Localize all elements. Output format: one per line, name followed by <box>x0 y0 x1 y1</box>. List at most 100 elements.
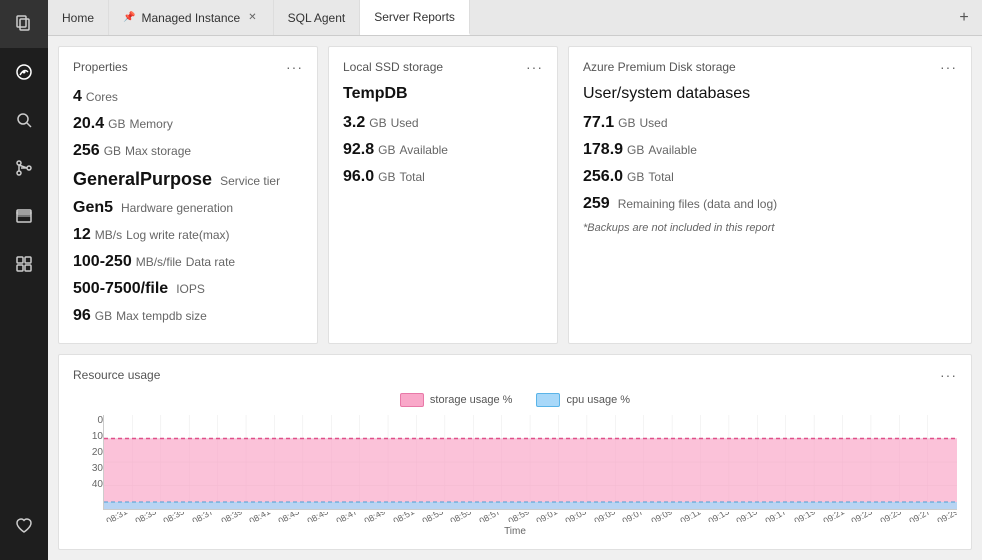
heart-icon[interactable] <box>0 502 48 550</box>
azure-header: Azure Premium Disk storage ··· <box>583 59 957 75</box>
resource-menu[interactable]: ··· <box>940 367 957 383</box>
ssd-panel: Local SSD storage ··· TempDB 3.2 GB Used… <box>328 46 558 344</box>
azure-db-title: User/system databases <box>583 85 957 103</box>
branch-icon[interactable] <box>0 144 48 192</box>
tab-home-label: Home <box>62 11 94 25</box>
ssd-menu[interactable]: ··· <box>526 59 543 75</box>
storage-legend-swatch <box>400 393 424 407</box>
tab-sql-agent-label: SQL Agent <box>288 11 346 25</box>
prop-iops: 500-7500/file IOPS <box>73 277 303 301</box>
prop-storage: 256 GB Max storage <box>73 139 303 163</box>
x-axis-title: Time <box>73 526 957 537</box>
sidebar <box>0 0 48 560</box>
ssd-title: Local SSD storage <box>343 60 443 74</box>
x-label-0839: 08:39 <box>219 512 244 522</box>
storage-legend-item: storage usage % <box>400 393 513 407</box>
top-panels: Properties ··· 4 Cores 20.4 GB Memory 25… <box>58 46 972 344</box>
database-icon[interactable] <box>0 192 48 240</box>
x-label-0907: 09:07 <box>621 512 646 522</box>
azure-title: Azure Premium Disk storage <box>583 60 736 74</box>
storage-legend-label: storage usage % <box>430 394 513 406</box>
y-label-0: 0 <box>73 415 103 426</box>
x-label-0853: 08:53 <box>420 512 445 522</box>
x-label-0923: 09:23 <box>850 512 875 522</box>
y-label-10: 10 <box>73 431 103 442</box>
resource-title: Resource usage <box>73 368 160 382</box>
x-label-0841: 08:41 <box>248 512 273 522</box>
x-label-0913: 09:13 <box>706 512 731 522</box>
chart-inner <box>103 415 957 510</box>
azure-note: *Backups are not included in this report <box>583 222 957 234</box>
prop-hardware: Gen5 Hardware generation <box>73 196 303 220</box>
x-label-0835: 08:35 <box>162 512 187 522</box>
cpu-legend-swatch <box>536 393 560 407</box>
tab-managed-instance-label: Managed Instance <box>141 11 240 25</box>
x-label-0833: 08:33 <box>133 512 158 522</box>
pages-icon[interactable] <box>0 0 48 48</box>
chart-legend: storage usage % cpu usage % <box>73 393 957 407</box>
tab-server-reports-label: Server Reports <box>374 10 455 24</box>
x-axis: 08:31 08:33 08:35 08:37 08:39 08:41 08:4… <box>73 512 957 522</box>
prop-log-write: 12 MB/s Log write rate(max) <box>73 223 303 247</box>
ssd-available: 92.8 GB Available <box>343 138 543 162</box>
gauge-icon[interactable] <box>0 48 48 96</box>
chart-area: 40 30 20 10 0 <box>73 415 957 510</box>
prop-memory: 20.4 GB Memory <box>73 112 303 136</box>
tab-managed-instance[interactable]: 📌 Managed Instance ✕ <box>109 0 274 35</box>
ssd-used: 3.2 GB Used <box>343 111 543 135</box>
properties-menu[interactable]: ··· <box>286 59 303 75</box>
x-label-0921: 09:21 <box>821 512 846 522</box>
x-label-0919: 09:19 <box>792 512 817 522</box>
x-label-0847: 08:47 <box>334 512 359 522</box>
tab-server-reports[interactable]: Server Reports <box>360 0 470 35</box>
tab-sql-agent[interactable]: SQL Agent <box>274 0 361 35</box>
tab-home[interactable]: Home <box>48 0 109 35</box>
x-label-0849: 08:49 <box>363 512 388 522</box>
x-label-0909: 09:09 <box>650 512 675 522</box>
cpu-area <box>104 502 957 509</box>
x-label-0855: 08:55 <box>449 512 474 522</box>
azure-panel: Azure Premium Disk storage ··· User/syst… <box>568 46 972 344</box>
x-label-0915: 09:15 <box>735 512 760 522</box>
cpu-legend-label: cpu usage % <box>566 394 630 406</box>
x-label-0851: 08:51 <box>391 512 416 522</box>
ssd-header: Local SSD storage ··· <box>343 59 543 75</box>
azure-used: 77.1 GB Used <box>583 111 957 135</box>
main-area: Home 📌 Managed Instance ✕ SQL Agent Serv… <box>48 0 982 560</box>
x-label-0929: 09:29 <box>936 512 957 522</box>
x-label-0859: 08:59 <box>506 512 531 522</box>
x-label-0917: 09:17 <box>764 512 789 522</box>
x-label-0927: 09:27 <box>907 512 932 522</box>
azure-remaining: 259 Remaining files (data and log) <box>583 192 957 216</box>
grid-icon[interactable] <box>0 240 48 288</box>
y-axis: 40 30 20 10 0 <box>73 415 103 510</box>
ssd-total: 96.0 GB Total <box>343 165 543 189</box>
prop-data-rate: 100-250 MB/s/file Data rate <box>73 250 303 274</box>
x-label-0831: 08:31 <box>105 512 130 522</box>
cpu-legend-item: cpu usage % <box>536 393 630 407</box>
properties-title: Properties <box>73 60 128 74</box>
x-label-0845: 08:45 <box>305 512 330 522</box>
y-label-30: 30 <box>73 463 103 474</box>
x-label-0837: 08:37 <box>191 512 216 522</box>
prop-cores: 4 Cores <box>73 85 303 109</box>
tab-bar: Home 📌 Managed Instance ✕ SQL Agent Serv… <box>48 0 982 36</box>
resource-panel: Resource usage ··· storage usage % cpu u… <box>58 354 972 550</box>
tab-managed-instance-close[interactable]: ✕ <box>246 11 258 24</box>
x-label-0901: 09:01 <box>535 512 560 522</box>
azure-menu[interactable]: ··· <box>940 59 957 75</box>
prop-tempdb: 96 GB Max tempdb size <box>73 304 303 328</box>
search-icon[interactable] <box>0 96 48 144</box>
x-label-0911: 09:11 <box>678 512 702 522</box>
y-label-40: 40 <box>73 479 103 490</box>
resource-header: Resource usage ··· <box>73 367 957 383</box>
x-label-0903: 09:03 <box>564 512 589 522</box>
azure-available: 178.9 GB Available <box>583 138 957 162</box>
chart-svg <box>104 415 957 509</box>
storage-area <box>104 439 957 510</box>
new-tab-button[interactable]: + <box>946 0 982 35</box>
x-label-0857: 08:57 <box>477 512 502 522</box>
properties-header: Properties ··· <box>73 59 303 75</box>
pin-icon: 📌 <box>123 12 135 23</box>
x-label-0925: 09:25 <box>878 512 903 522</box>
